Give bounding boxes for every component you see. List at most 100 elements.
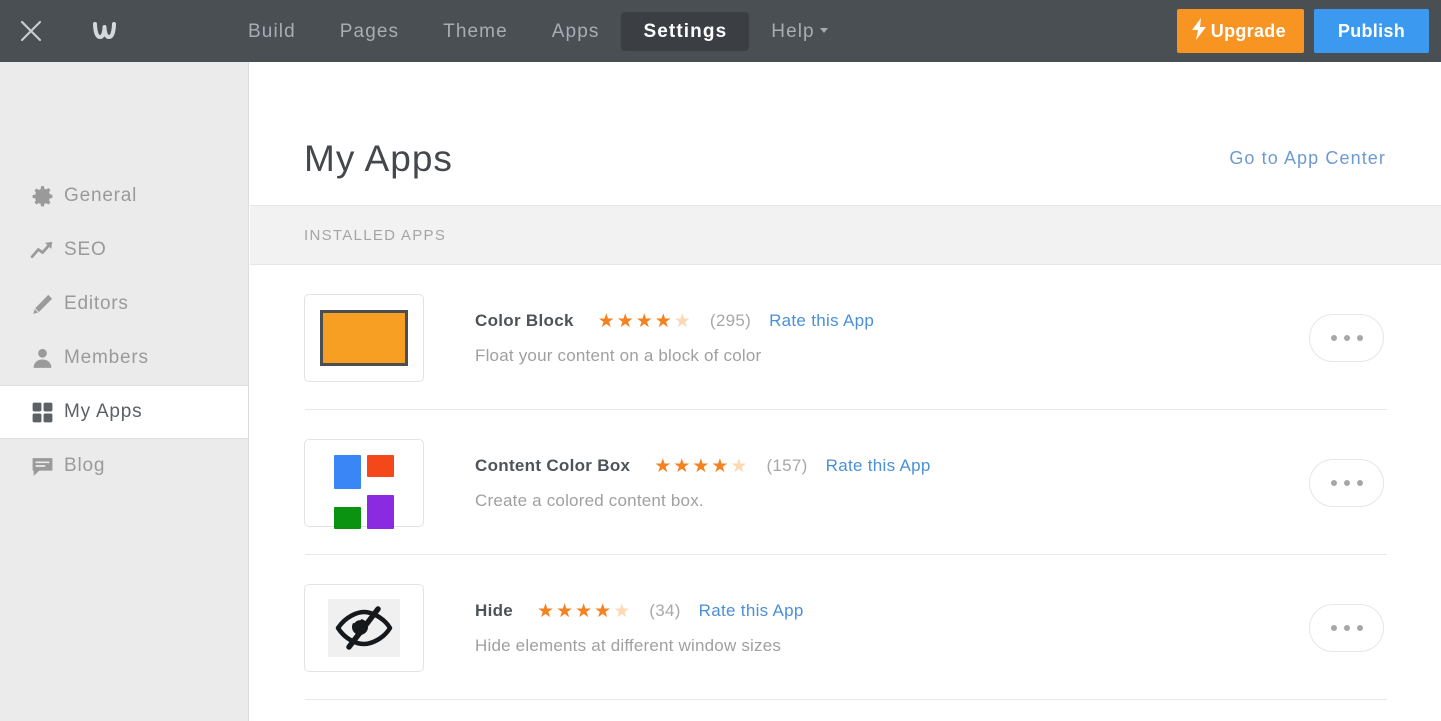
rate-this-app-link[interactable]: Rate this App bbox=[699, 601, 804, 621]
sidebar-item-general[interactable]: General bbox=[0, 169, 248, 223]
app-name: Color Block bbox=[475, 311, 574, 330]
app-name: Content Color Box bbox=[475, 456, 631, 475]
main-content: My Apps Go to App Center INSTALLED APPS … bbox=[250, 62, 1441, 721]
app-info: Content Color Box ★★★★★ (157) Rate this … bbox=[475, 454, 931, 511]
sidebar-item-blog[interactable]: Blog bbox=[0, 439, 248, 493]
dot bbox=[1356, 624, 1363, 631]
dot bbox=[1330, 334, 1337, 341]
sidebar-label-seo: SEO bbox=[64, 239, 107, 260]
sidebar-label-editors: Editors bbox=[64, 293, 129, 314]
sidebar-item-members[interactable]: Members bbox=[0, 331, 248, 385]
dot bbox=[1356, 479, 1363, 486]
star-filled-icon: ★★★★ bbox=[654, 455, 731, 477]
nav-item-pages[interactable]: Pages bbox=[318, 12, 421, 51]
app-row-content-color-box: Content Color Box ★★★★★ (157) Rate this … bbox=[250, 410, 1441, 555]
more-options-icon[interactable] bbox=[1309, 313, 1384, 362]
nav-item-theme[interactable]: Theme bbox=[421, 12, 530, 51]
person-icon bbox=[30, 346, 64, 371]
close-editor-button[interactable] bbox=[0, 0, 62, 62]
dot bbox=[1330, 479, 1337, 486]
app-title-row: Content Color Box ★★★★★ (157) Rate this … bbox=[475, 454, 931, 478]
sidebar-label-members: Members bbox=[64, 347, 149, 368]
rating-count: (157) bbox=[766, 456, 808, 475]
app-description: Create a colored content box. bbox=[475, 491, 704, 510]
eye-slash-icon bbox=[335, 605, 393, 650]
nav-item-help[interactable]: Help bbox=[749, 12, 849, 51]
app-description: Hide elements at different window sizes bbox=[475, 636, 782, 655]
nav-actions: Upgrade Publish bbox=[1176, 9, 1429, 53]
hide-art bbox=[328, 598, 400, 657]
dot bbox=[1330, 624, 1337, 631]
top-navigation-bar: Build Pages Theme Apps Settings Help Upg… bbox=[0, 0, 1441, 62]
page-header: My Apps Go to App Center bbox=[250, 62, 1441, 206]
dot bbox=[1343, 624, 1350, 631]
app-info: Hide ★★★★★ (34) Rate this App Hide eleme… bbox=[475, 599, 804, 656]
dot bbox=[1356, 334, 1363, 341]
publish-button[interactable]: Publish bbox=[1313, 9, 1429, 53]
app-info: Color Block ★★★★★ (295) Rate this App Fl… bbox=[475, 309, 874, 366]
nav-label-pages: Pages bbox=[339, 20, 400, 42]
content-color-box-app-icon bbox=[304, 438, 424, 529]
star-empty-icon: ★ bbox=[673, 310, 693, 332]
go-to-app-center-link[interactable]: Go to App Center bbox=[1229, 148, 1386, 169]
star-filled-icon: ★★★★ bbox=[597, 310, 674, 332]
nav-item-build[interactable]: Build bbox=[226, 12, 318, 51]
chevron-down-icon bbox=[819, 27, 828, 33]
chat-bubble-icon bbox=[30, 454, 64, 479]
publish-button-label: Publish bbox=[1337, 20, 1405, 41]
star-empty-icon: ★ bbox=[613, 600, 633, 622]
app-name: Hide bbox=[475, 601, 514, 620]
weebly-logo-icon bbox=[85, 17, 125, 45]
nav-label-help: Help bbox=[771, 20, 815, 42]
rate-this-app-link[interactable]: Rate this App bbox=[769, 311, 874, 331]
settings-sidebar: General SEO Editors Members My Apps Blog bbox=[0, 62, 249, 721]
page-title: My Apps bbox=[304, 138, 453, 179]
close-icon bbox=[20, 20, 42, 42]
app-title-row: Hide ★★★★★ (34) Rate this App bbox=[475, 599, 804, 623]
gear-icon bbox=[30, 184, 64, 209]
row-divider bbox=[305, 699, 1387, 700]
star-rating: ★★★★★ bbox=[598, 312, 693, 331]
grid-icon bbox=[30, 400, 64, 425]
sidebar-label-my-apps: My Apps bbox=[64, 401, 143, 422]
lightning-bolt-icon bbox=[1191, 17, 1207, 45]
rating-count: (295) bbox=[709, 311, 752, 330]
nav-label-theme: Theme bbox=[443, 20, 508, 42]
sidebar-item-my-apps[interactable]: My Apps bbox=[0, 385, 248, 439]
installed-apps-section-header: INSTALLED APPS bbox=[250, 206, 1441, 265]
nav-label-build: Build bbox=[248, 20, 296, 42]
nav-item-apps[interactable]: Apps bbox=[530, 12, 622, 51]
green-square bbox=[334, 506, 361, 529]
star-rating: ★★★★★ bbox=[654, 457, 749, 476]
app-row-color-block: Color Block ★★★★★ (295) Rate this App Fl… bbox=[250, 265, 1441, 410]
orange-square bbox=[367, 454, 394, 477]
sidebar-label-blog: Blog bbox=[64, 455, 106, 476]
sidebar-list: General SEO Editors Members My Apps Blog bbox=[0, 62, 248, 493]
dot bbox=[1343, 479, 1350, 486]
star-filled-icon: ★★★★ bbox=[537, 600, 614, 622]
trending-up-icon bbox=[30, 238, 64, 263]
app-title-row: Color Block ★★★★★ (295) Rate this App bbox=[475, 309, 874, 333]
hide-app-icon bbox=[304, 583, 424, 672]
weebly-logo-button[interactable] bbox=[70, 0, 140, 62]
upgrade-button-label: Upgrade bbox=[1210, 20, 1286, 41]
purple-square bbox=[367, 494, 394, 529]
sidebar-item-editors[interactable]: Editors bbox=[0, 277, 248, 331]
upgrade-button[interactable]: Upgrade bbox=[1176, 9, 1304, 53]
section-label: INSTALLED APPS bbox=[304, 226, 447, 244]
sidebar-label-general: General bbox=[64, 185, 138, 206]
pencil-icon bbox=[30, 292, 64, 317]
color-block-art bbox=[320, 309, 408, 366]
blue-square bbox=[334, 454, 361, 489]
nav-item-settings[interactable]: Settings bbox=[621, 11, 750, 51]
app-row-hide: Hide ★★★★★ (34) Rate this App Hide eleme… bbox=[250, 555, 1441, 700]
installed-apps-list: Color Block ★★★★★ (295) Rate this App Fl… bbox=[250, 265, 1441, 700]
dot bbox=[1343, 334, 1350, 341]
app-description: Float your content on a block of color bbox=[475, 346, 762, 365]
more-options-icon[interactable] bbox=[1309, 458, 1384, 507]
rate-this-app-link[interactable]: Rate this App bbox=[826, 456, 931, 476]
more-options-icon[interactable] bbox=[1309, 603, 1384, 652]
nav-label-apps: Apps bbox=[551, 20, 600, 42]
sidebar-item-seo[interactable]: SEO bbox=[0, 223, 248, 277]
color-block-app-icon bbox=[304, 293, 424, 382]
